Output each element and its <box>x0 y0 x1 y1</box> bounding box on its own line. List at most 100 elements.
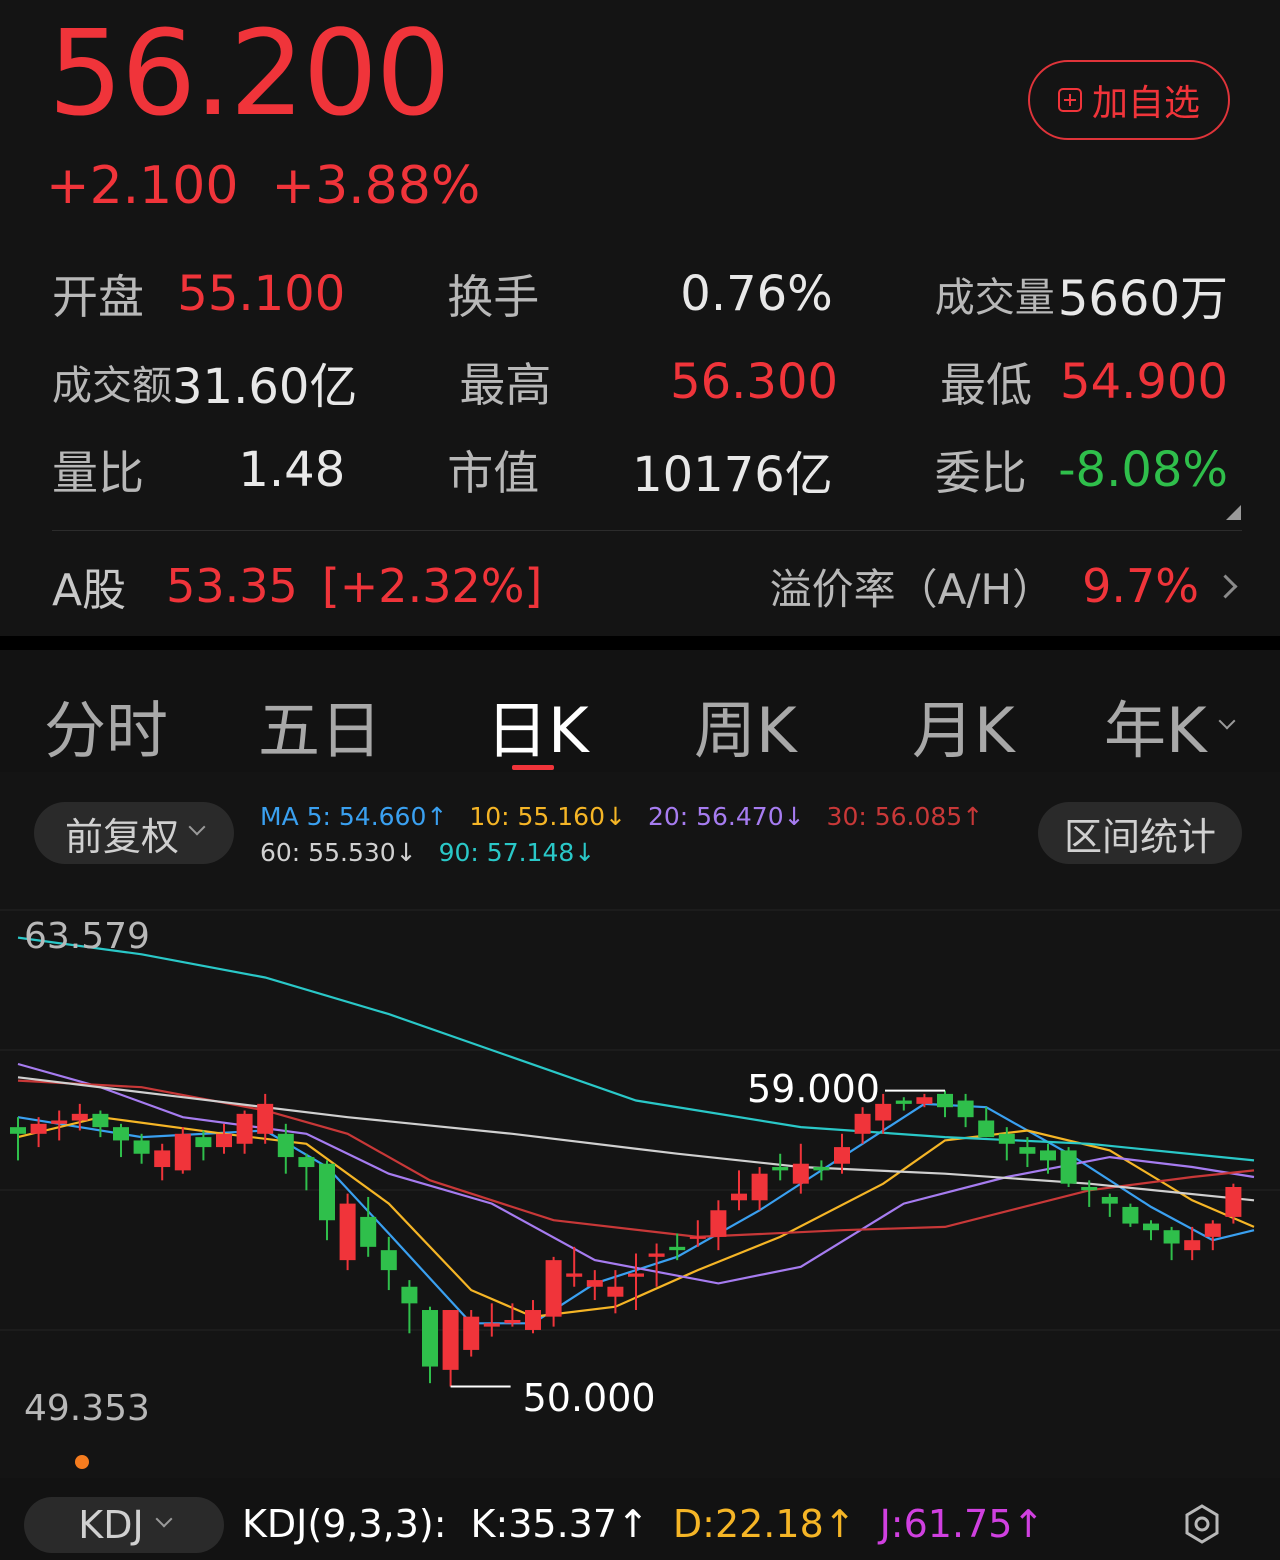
candle-body <box>216 1133 232 1148</box>
range-stats-button[interactable]: 区间统计 <box>1038 802 1242 864</box>
stats-row: 开盘 55.100 换手 0.76% 成交量 5660万 <box>52 250 1228 338</box>
stats-row: 量比 1.48 市值 10176亿 委比 -8.08% <box>52 426 1228 514</box>
candle-body <box>92 1113 109 1128</box>
candle-body <box>710 1210 727 1237</box>
kdj-item: K:35.37↑ <box>470 1502 649 1546</box>
price-change: +2.100 +3.88% <box>46 156 480 216</box>
stat-label: 成交量 <box>934 275 1055 321</box>
candle-body <box>525 1310 541 1330</box>
event-dot[interactable] <box>75 1455 89 1469</box>
candle-body <box>236 1113 253 1144</box>
expand-corner-icon[interactable] <box>1226 505 1241 520</box>
candle-body <box>689 1236 706 1239</box>
stat-cell: 市值 10176亿 <box>447 435 833 505</box>
ma-legend-row-1[interactable]: MA 5: 54.660↑ 10: 55.160↓ 20: 56.470↓ 30: 5… <box>260 802 1005 831</box>
ma-legend-item: 90: 57.148↓ <box>438 838 596 867</box>
stat-value: 1.48 <box>238 442 346 498</box>
candle-body <box>978 1120 995 1138</box>
stat-label: 换手 <box>447 270 540 324</box>
stat-label: 委比 <box>934 446 1027 500</box>
candle-body <box>257 1103 274 1134</box>
candle-body <box>1019 1147 1036 1154</box>
tab-daily-k[interactable]: 日K <box>486 680 589 770</box>
candle-body <box>772 1167 789 1171</box>
adjust-dropdown[interactable]: 前复权 <box>34 802 234 864</box>
candle-body <box>30 1123 47 1134</box>
a-share-row[interactable]: A股 53.35 [+2.32%] 溢价率（A/H） 9.7% <box>52 556 1242 616</box>
candle-body <box>71 1113 88 1121</box>
candle-body <box>628 1273 644 1277</box>
ma-legend-row-2[interactable]: 60: 55.530↓ 90: 57.148↓ <box>260 838 617 867</box>
stat-value: 55.100 <box>177 266 346 322</box>
ma-line <box>17 936 1255 1162</box>
indicator-label: KDJ <box>78 1503 144 1547</box>
candle-body <box>731 1193 747 1201</box>
candle-body <box>483 1323 500 1327</box>
stat-label: 开盘 <box>52 270 144 324</box>
stat-value: 31.60亿 <box>172 359 358 415</box>
ma-legend-item: MA 5: 54.660↑ <box>260 802 448 831</box>
ma-legend-item: 30: 56.085↑ <box>826 802 984 831</box>
change-amount: +2.100 <box>46 156 239 216</box>
candle-body <box>380 1250 397 1271</box>
candle-body <box>834 1147 850 1164</box>
a-share-percent: [+2.32%] <box>321 559 543 613</box>
stat-value: 0.76% <box>680 266 833 322</box>
candle-body <box>360 1216 377 1247</box>
candle-body <box>669 1246 686 1251</box>
stat-cell: 换手 0.76% <box>447 261 833 327</box>
stat-cell: 成交额 31.60亿 <box>52 347 357 417</box>
indicator-dropdown[interactable]: KDJ <box>24 1497 224 1553</box>
candle-body <box>463 1316 480 1350</box>
ma-legend-item: 20: 56.470↓ <box>647 802 805 831</box>
candle-body <box>937 1093 953 1108</box>
tab-yearly-k[interactable]: 年K <box>1104 680 1236 770</box>
kdj-values: KDJ(9,3,3): K:35.37↑ D:22.18↑ J:61.75↑ <box>242 1502 1068 1546</box>
stat-value: 5660万 <box>1057 271 1229 327</box>
tab-yearly-k-label: 年K <box>1104 694 1207 767</box>
stat-cell: 最高 56.300 <box>459 349 838 415</box>
candle-body <box>1204 1223 1221 1237</box>
premium-value: 9.7% <box>1082 559 1199 613</box>
candle-body <box>319 1163 335 1221</box>
tab-five-day[interactable]: 五日 <box>258 680 382 770</box>
stats-row: 成交额 31.60亿 最高 56.300 最低 54.900 <box>52 338 1228 426</box>
candle-body <box>607 1286 624 1297</box>
chevron-right-icon <box>1213 573 1238 599</box>
tab-weekly-k[interactable]: 周K <box>694 680 797 770</box>
settings-hexagon-icon[interactable] <box>1184 1504 1220 1544</box>
candle-body <box>1060 1150 1077 1184</box>
candle-body <box>442 1310 459 1370</box>
candle-body <box>854 1113 871 1134</box>
add-watchlist-label: 加自选 <box>1091 83 1200 124</box>
candle-body <box>277 1133 294 1158</box>
stat-value: -8.08% <box>1058 442 1229 498</box>
candle-body <box>1040 1150 1056 1161</box>
candle-body <box>154 1150 171 1168</box>
kdj-item: D:22.18↑ <box>672 1502 856 1546</box>
change-gap <box>238 156 271 216</box>
candle-body <box>195 1137 212 1148</box>
stat-cell: 量比 1.48 <box>52 437 345 503</box>
stat-label: 最低 <box>940 358 1033 412</box>
candlestick-chart[interactable] <box>0 890 1280 1450</box>
candle-body <box>998 1133 1015 1144</box>
candle-body <box>339 1203 356 1261</box>
chevron-down-icon <box>155 1510 173 1528</box>
candle-body <box>566 1273 583 1277</box>
add-watchlist-button[interactable]: 加自选 <box>1028 60 1230 140</box>
tab-intraday[interactable]: 分时 <box>44 680 168 770</box>
premium-label: 溢价率（A/H） <box>769 564 1055 614</box>
low-marker-label: 50.000 <box>522 1376 656 1421</box>
ma-legend-item: 10: 55.160↓ <box>469 802 626 831</box>
y-axis-bottom-label: 49.353 <box>24 1388 150 1429</box>
candle-body <box>792 1163 809 1184</box>
candle-body <box>545 1260 562 1317</box>
high-marker-label: 59.000 <box>747 1066 880 1111</box>
adjust-label: 前复权 <box>64 814 179 859</box>
stats-grid: 开盘 55.100 换手 0.76% 成交量 5660万成交额 31.60亿 最高 56.300… <box>52 250 1228 514</box>
tab-monthly-k[interactable]: 月K <box>912 680 1015 770</box>
candle-body <box>751 1173 768 1201</box>
stat-label: 市值 <box>447 446 540 500</box>
a-share-price: 53.35 <box>166 559 298 613</box>
